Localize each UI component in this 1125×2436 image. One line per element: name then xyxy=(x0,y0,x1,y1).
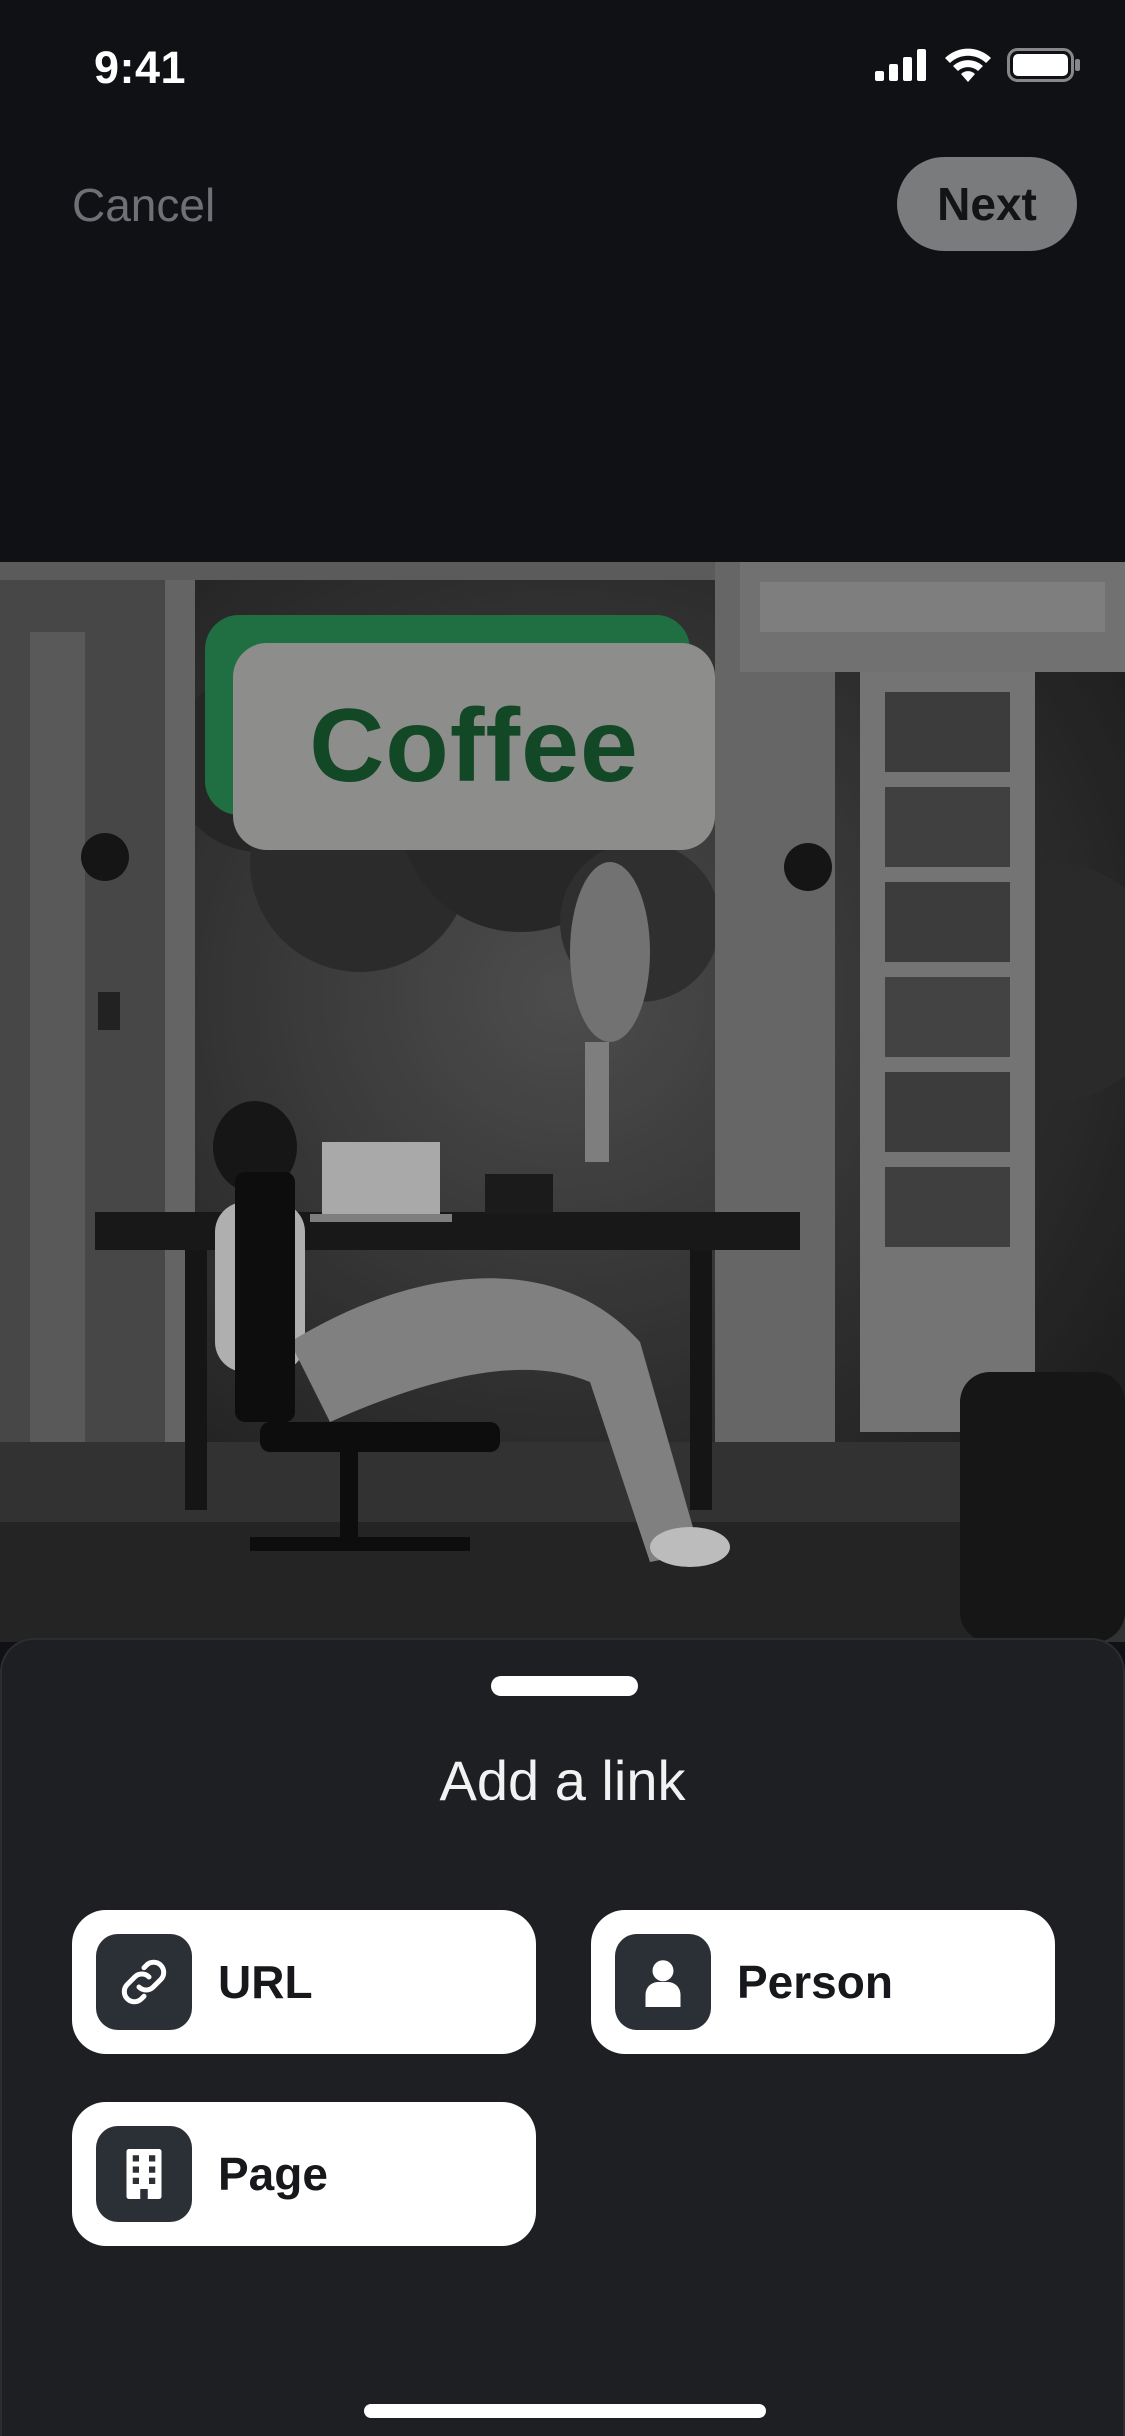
sheet-grabber[interactable] xyxy=(491,1676,638,1696)
cancel-button[interactable]: Cancel xyxy=(72,178,215,232)
cellular-signal-icon xyxy=(875,49,929,86)
screen: 9:41 Cancel Next Coffee Add a link URL P… xyxy=(0,0,1125,2436)
url-option-label: URL xyxy=(218,1956,313,2008)
wifi-icon xyxy=(945,48,991,87)
sticker-face: Coffee xyxy=(233,643,715,850)
add-link-sheet: Add a link URL Person Page xyxy=(0,1638,1125,2436)
status-bar: 9:41 xyxy=(0,0,1125,140)
status-icons xyxy=(875,48,1081,87)
building-icon xyxy=(96,2126,192,2222)
sheet-title: Add a link xyxy=(439,1749,686,1812)
person-icon xyxy=(615,1934,711,2030)
status-time: 9:41 xyxy=(94,42,187,93)
home-indicator xyxy=(364,2404,766,2418)
next-button[interactable]: Next xyxy=(897,157,1077,251)
person-option-button[interactable]: Person xyxy=(591,1910,1055,2054)
page-option-button[interactable]: Page xyxy=(72,2102,536,2246)
person-option-label: Person xyxy=(737,1956,893,2008)
page-option-label: Page xyxy=(218,2148,328,2200)
sticker-text: Coffee xyxy=(309,688,639,804)
url-option-button[interactable]: URL xyxy=(72,1910,536,2054)
coffee-sticker[interactable]: Coffee xyxy=(205,615,715,850)
link-icon xyxy=(96,1934,192,2030)
battery-icon xyxy=(1007,48,1081,87)
